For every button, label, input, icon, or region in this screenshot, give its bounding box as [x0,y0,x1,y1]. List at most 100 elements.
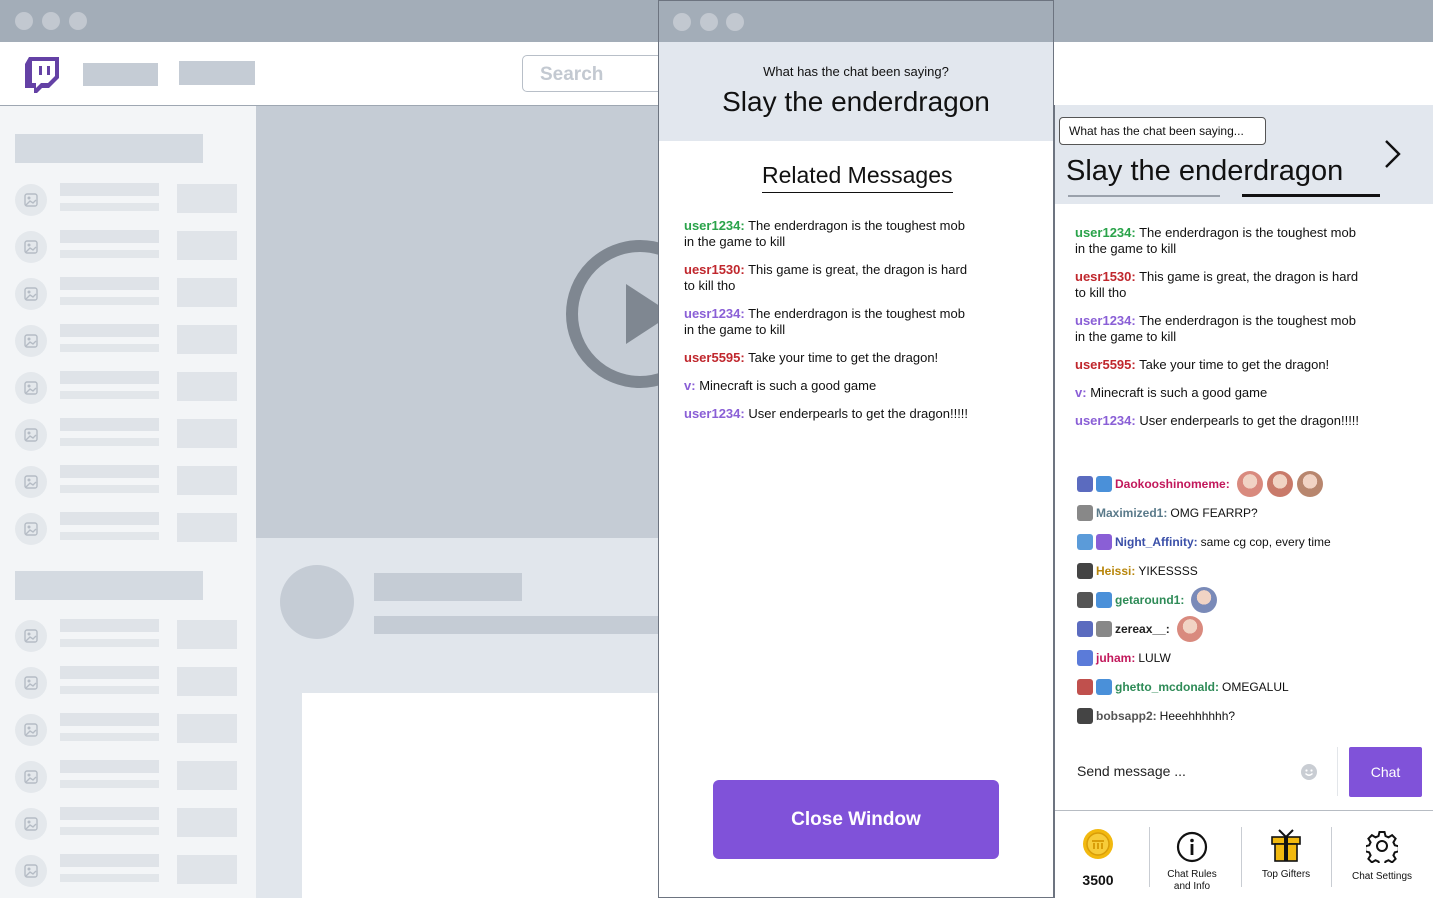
channel-avatar [15,761,47,793]
popup-maximize-dot[interactable] [726,13,744,31]
message-username[interactable]: uesr1530 [1075,269,1131,284]
chat-settings-button[interactable]: Chat Settings [1351,811,1413,898]
user-badge-icon[interactable] [1077,562,1093,579]
user-badge-icon[interactable] [1096,533,1112,550]
sidebar-channel-row[interactable] [15,806,245,842]
user-badge-icon[interactable] [1096,475,1112,492]
message-username[interactable]: user1234 [1075,313,1131,328]
sidebar-channel-row[interactable] [15,853,245,889]
channel-game-placeholder [60,827,159,835]
chat-message: v: Minecraft is such a good game [684,378,974,394]
emote-icon[interactable] [1236,470,1263,497]
streamer-avatar[interactable] [280,565,354,639]
nav-placeholder-2[interactable] [179,61,255,85]
window-minimize-dot[interactable] [42,12,60,30]
sidebar-channel-row[interactable] [15,182,245,218]
message-username[interactable]: user5595 [684,350,740,365]
message-username[interactable]: user5595 [1075,357,1131,372]
footer-divider [1331,827,1332,887]
sidebar-channel-row[interactable] [15,417,245,453]
message-username[interactable]: user1234 [684,218,740,233]
top-gifters-button[interactable]: Top Gifters [1255,811,1317,898]
close-window-button[interactable]: Close Window [713,780,999,859]
popup-minimize-dot[interactable] [700,13,718,31]
sidebar-channel-row[interactable] [15,323,245,359]
image-placeholder-icon [24,817,38,831]
emoji-icon[interactable] [1301,764,1317,780]
chat-message: user1234: User enderpearls to get the dr… [684,406,974,422]
sidebar-channel-row[interactable] [15,712,245,748]
user-badge-icon[interactable] [1077,620,1093,637]
send-message-placeholder: Send message ... [1077,763,1186,779]
twitch-logo-icon[interactable] [25,57,59,93]
emote-icon[interactable] [1176,615,1203,642]
popup-close-dot[interactable] [673,13,691,31]
message-username[interactable]: uesr1234 [684,306,740,321]
window-maximize-dot[interactable] [69,12,87,30]
sidebar-section-header-1 [15,134,203,163]
send-message-input[interactable]: Send message ... [1061,747,1338,796]
channel-game-placeholder [60,639,159,647]
chat-send-button[interactable]: Chat [1349,747,1422,797]
popup-subtitle: What has the chat been saying? [763,64,949,79]
chevron-right-icon[interactable] [1380,139,1404,169]
nav-placeholder-1[interactable] [83,63,158,86]
message-username[interactable]: uesr1530 [684,262,740,277]
user-badge-icon[interactable] [1077,649,1093,666]
sidebar-channel-row[interactable] [15,618,245,654]
chat-username[interactable]: zereax__: [1115,622,1170,636]
coin-icon [1083,829,1113,859]
user-badge-icon[interactable] [1077,504,1093,521]
top-gifters-label: Top Gifters [1261,869,1311,880]
sidebar-channel-row[interactable] [15,370,245,406]
chat-message: user1234: The enderdragon is the toughes… [1075,313,1365,345]
chat-row: getaround1: [1077,585,1417,614]
sidebar-channel-row[interactable] [15,464,245,500]
chat-rules-button[interactable]: Chat Rules and Info [1161,811,1223,898]
message-username[interactable]: user1234 [1075,413,1131,428]
viewer-count-placeholder [177,855,237,884]
viewer-count-placeholder [177,714,237,743]
emote-icon[interactable] [1191,586,1218,613]
message-username[interactable]: user1234 [1075,225,1131,240]
user-badge-icon[interactable] [1077,533,1093,550]
user-badge-icon[interactable] [1077,678,1093,695]
sidebar-channel-row[interactable] [15,276,245,312]
message-username[interactable]: user1234 [684,406,740,421]
chat-username[interactable]: Maximized1: [1096,506,1167,520]
user-badge-icon[interactable] [1077,707,1093,724]
emote-icon[interactable] [1296,470,1323,497]
chat-message: user1234: The enderdragon is the toughes… [1075,225,1365,257]
coins-button[interactable]: 3500 [1069,811,1127,898]
user-badge-icon[interactable] [1096,678,1112,695]
channel-avatar [15,278,47,310]
sidebar-channel-row[interactable] [15,665,245,701]
user-badge-icon[interactable] [1096,620,1112,637]
chat-message: uesr1530: This game is great, the dragon… [684,262,974,294]
image-placeholder-icon [24,287,38,301]
chat-username[interactable]: Heissi: [1096,564,1135,578]
message-text: Take your time to get the dragon! [1135,357,1330,372]
chat-username[interactable]: juham: [1096,651,1135,665]
sidebar-channel-row[interactable] [15,229,245,265]
user-badge-icon[interactable] [1077,475,1093,492]
channel-name-placeholder [60,465,159,478]
emote-icon[interactable] [1266,470,1293,497]
video-player[interactable] [256,106,676,538]
chat-username[interactable]: Night_Affinity: [1115,535,1198,549]
chat-username[interactable]: getaround1: [1115,593,1184,607]
viewer-count-placeholder [177,761,237,790]
chat-summary-prompt[interactable]: What has the chat been saying... [1059,117,1266,145]
chat-text: OMG FEARRP? [1170,505,1258,520]
chat-username[interactable]: Daokooshinomeme: [1115,477,1230,491]
window-close-dot[interactable] [15,12,33,30]
channel-game-placeholder [60,250,159,258]
image-placeholder-icon [24,723,38,737]
sidebar-channel-row[interactable] [15,511,245,547]
chat-username[interactable]: bobsapp2: [1096,709,1157,723]
image-placeholder-icon [24,428,38,442]
user-badge-icon[interactable] [1077,591,1093,608]
chat-username[interactable]: ghetto_mcdonald: [1115,680,1219,694]
sidebar-channel-row[interactable] [15,759,245,795]
user-badge-icon[interactable] [1096,591,1112,608]
